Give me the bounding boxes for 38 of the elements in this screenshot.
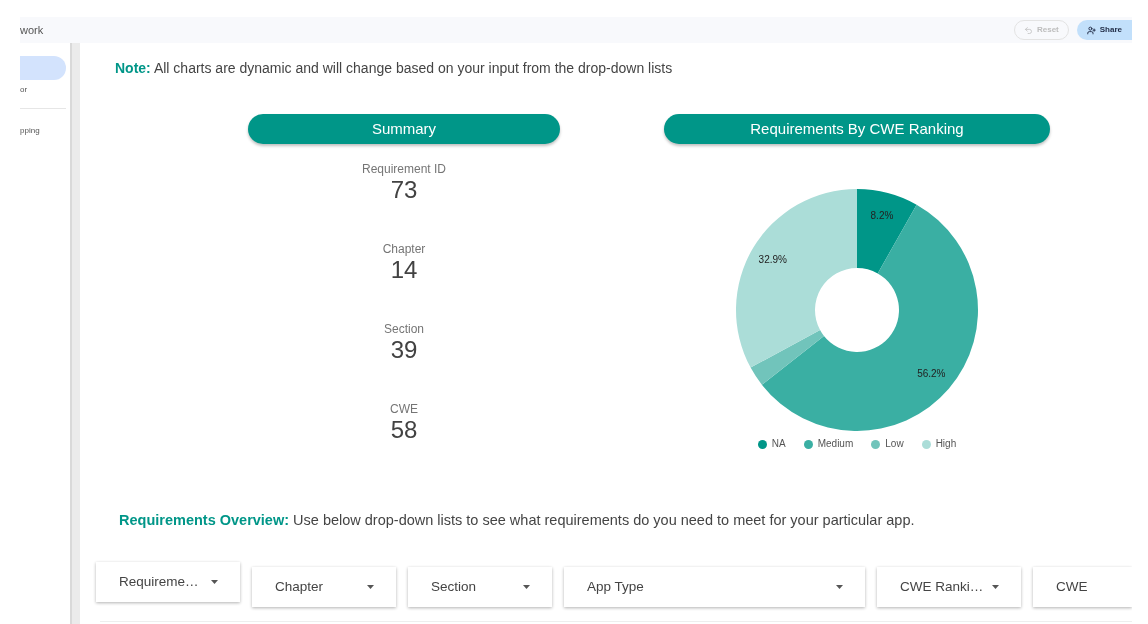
nav-item[interactable]: or [20,82,66,98]
stat-value: 14 [390,256,418,284]
legend-label: Low [885,437,904,451]
stat-value: 58 [390,416,418,444]
caret-icon [992,585,999,589]
note-text: Note: All charts are dynamic and will change based on your input from the drop-down lists [115,60,674,76]
section-header: Summary [248,114,560,144]
filter-dropdown[interactable]: CWE [1033,567,1132,607]
slice-label: 32.9% [758,254,787,266]
overview-text: Requirements Overview: Use below drop-down lists to see what requirements do you need to meet for your particular app. [119,511,916,529]
slice-label: 56.2% [917,368,946,380]
undo-icon [1023,25,1033,35]
app-title: work [20,22,44,38]
filter-dropdown[interactable]: CWE Ranki… [877,567,1021,607]
caret-icon [367,585,374,589]
filter-dropdown[interactable]: Chapter [252,567,396,607]
filter-dropdown[interactable]: App Type [564,567,865,607]
stat-label: Section [383,322,424,336]
nav-item[interactable]: pping [20,123,66,139]
scrollbar[interactable] [70,43,80,624]
stat-label: Requirement ID [361,162,446,176]
caret-icon [523,585,530,589]
caret-icon [836,585,843,589]
filter-dropdown[interactable]: Section [408,567,552,607]
stat-label: CWE [390,402,418,416]
section-header: Requirements By CWE Ranking [664,114,1050,144]
stat-label: Chapter [382,242,426,256]
legend-label: NA [771,437,786,451]
slice-label: 8.2% [870,209,894,221]
share-button[interactable]: Share [1076,20,1132,40]
add-user-icon [1086,25,1096,35]
legend-label: High [935,437,957,451]
stat-value: 39 [390,336,418,364]
legend-label: Medium [817,437,854,451]
filter-dropdown[interactable]: Requireme… [96,562,240,602]
nav-item[interactable] [20,56,66,80]
caret-icon [211,580,218,584]
stat-value: 73 [390,176,418,204]
